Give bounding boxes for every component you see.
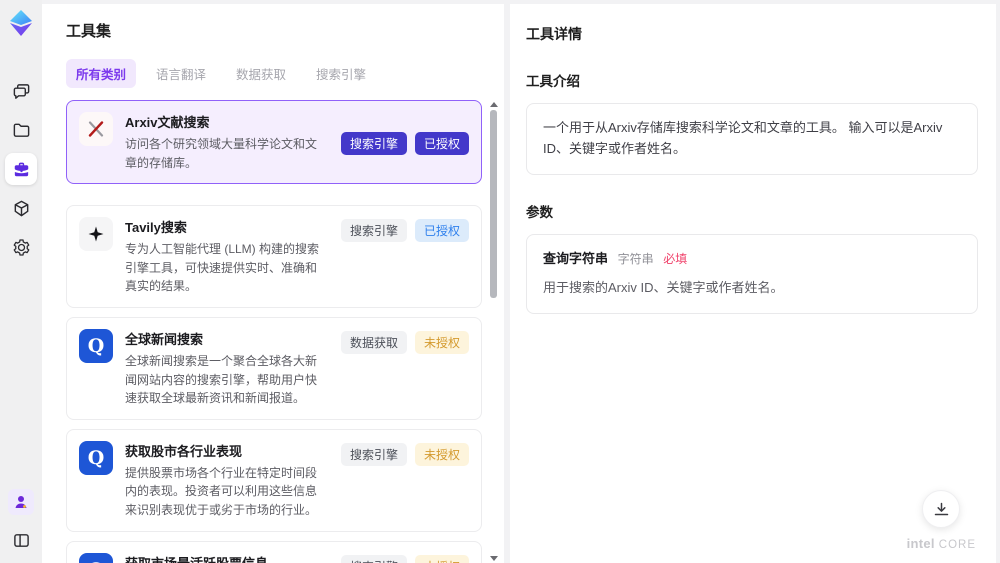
tool-badges: 数据获取 未授权: [340, 329, 469, 408]
tool-card[interactable]: Tavily搜索 专为人工智能代理 (LLM) 构建的搜索引擎工具，可快速提供实…: [66, 205, 482, 308]
params-section-title: 参数: [526, 204, 553, 220]
tool-description: 访问各个研究领域大量科学论文和文章的存储库。: [125, 137, 318, 170]
sidebar-item-settings[interactable]: [5, 231, 37, 263]
news-app-icon: Q: [87, 446, 105, 469]
settings-gear-icon: [13, 238, 29, 256]
user-avatar[interactable]: [8, 489, 34, 515]
sidebar-item-chat[interactable]: [5, 75, 37, 107]
tool-card[interactable]: Arxiv文献搜索 访问各个研究领域大量科学论文和文章的存储库。 搜索引擎 已授…: [66, 100, 482, 185]
tavily-star-icon: [88, 226, 104, 242]
category-badge: 搜索引擎: [340, 219, 407, 243]
tool-icon: [79, 112, 113, 146]
scrollbar-thumb[interactable]: [490, 110, 497, 298]
parameter-required-flag: 必填: [663, 251, 688, 266]
download-button[interactable]: [922, 490, 961, 528]
parameter-description: 用于搜索的Arxiv ID、关键字或作者姓名。: [543, 280, 784, 296]
parameter-type: 字符串: [617, 251, 654, 266]
category-tab[interactable]: 所有类别: [66, 59, 137, 88]
user-icon: [15, 496, 27, 508]
tool-title: 获取市场最活跃股票信息: [125, 553, 329, 563]
category-tab[interactable]: 语言翻译: [146, 59, 216, 88]
category-tab[interactable]: 搜索引擎: [306, 59, 376, 88]
floating-actions: intel CORE: [907, 490, 976, 551]
auth-status-badge: 已授权: [414, 131, 469, 155]
category-tabs: 所有类别 语言翻译 数据获取 搜索引擎: [66, 59, 500, 88]
category-badge: 搜索引擎: [340, 131, 407, 155]
tool-icon: Q: [79, 328, 113, 363]
brand-intel: intel: [906, 536, 935, 551]
chat-icon: [13, 83, 29, 99]
panel-layout-icon: [13, 533, 29, 547]
category-badge: 数据获取: [340, 330, 407, 354]
tool-description: 专为人工智能代理 (LLM) 构建的搜索引擎工具，可快速提供实时、准确和真实的结…: [125, 242, 320, 294]
scrollbar[interactable]: [488, 102, 498, 561]
tool-title: 全球新闻搜索: [125, 331, 204, 347]
category-badge: 搜索引擎: [340, 554, 407, 563]
app-window: 工具集 所有类别 语言翻译 数据获取 搜索引擎 Arxiv文献搜索 访问各个研究领域大…: [0, 0, 1000, 563]
tool-badges: 搜索引擎 未授权: [340, 441, 469, 520]
tool-badges: 搜索引擎 已授权: [340, 217, 469, 296]
parameter-box: 查询字符串 字符串 必填 用于搜索的Arxiv ID、关键字或作者姓名。: [526, 233, 978, 315]
intro-section-title: 工具介绍: [526, 74, 580, 89]
scroll-down-arrow[interactable]: [490, 556, 498, 561]
folder-icon: [13, 123, 29, 137]
tool-detail-panel: 工具详情 工具介绍 一个用于从Arxiv存储库搜索科学论文和文章的工具。 输入可…: [510, 4, 996, 563]
page-title: 工具集: [66, 23, 112, 40]
parameter-name: 查询字符串: [543, 250, 609, 266]
tool-description: 提供股票市场各个行业在特定时间段内的表现。投资者可以利用这些信息来识别表现优于或…: [125, 465, 318, 517]
tool-icon: Q: [79, 552, 113, 563]
arxiv-logo-icon: [88, 121, 104, 137]
tool-intro-box: 一个用于从Arxiv存储库搜索科学论文和文章的工具。 输入可以是Arxiv ID…: [526, 103, 978, 175]
auth-status-badge: 未授权: [414, 442, 469, 466]
tool-icon: [79, 217, 113, 252]
tool-icon: Q: [79, 440, 113, 475]
category-tab[interactable]: 数据获取: [226, 59, 296, 88]
sidebar-nav: [5, 68, 37, 270]
tool-title: Tavily搜索: [125, 220, 187, 236]
sidebar-item-models[interactable]: [5, 192, 37, 224]
collapse-sidebar-button[interactable]: [8, 527, 34, 553]
toolbox-icon: [14, 162, 28, 176]
scroll-up-arrow[interactable]: [490, 102, 498, 107]
auth-status-badge: 已授权: [414, 219, 469, 243]
tool-title: 获取股市各行业表现: [125, 443, 243, 459]
tool-badges: 搜索引擎 已授权: [340, 130, 469, 155]
toolset-panel: 工具集 所有类别 语言翻译 数据获取 搜索引擎 Arxiv文献搜索 访问各个研究领域大…: [42, 4, 504, 563]
auth-status-badge: 未授权: [414, 330, 469, 354]
auth-status-badge: 未授权: [414, 554, 469, 563]
tool-badges: 搜索引擎 未授权: [340, 553, 469, 563]
cube-icon: [14, 200, 28, 216]
tool-list: Arxiv文献搜索 访问各个研究领域大量科学论文和文章的存储库。 搜索引擎 已授…: [66, 100, 500, 563]
tool-card[interactable]: Q 全球新闻搜索 全球新闻搜索是一个聚合全球各大新闻网站内容的搜索引擎，帮助用户…: [66, 316, 482, 420]
detail-title: 工具详情: [526, 26, 582, 42]
brand-core: CORE: [938, 539, 976, 551]
tool-card[interactable]: Q 获取市场最活跃股票信息 提供当天交易量最高的股票列表，投资者可以利用这些信息…: [66, 540, 482, 563]
download-icon: [934, 502, 949, 515]
news-app-icon: Q: [88, 559, 105, 563]
intel-core-logo: intel CORE: [907, 536, 976, 551]
tool-description: 全球新闻搜索是一个聚合全球各大新闻网站内容的搜索引擎，帮助用户快速获取全球最新资…: [125, 353, 318, 406]
news-app-icon: Q: [87, 334, 105, 357]
sidebar-item-toolbox[interactable]: [5, 153, 37, 185]
tool-title: Arxiv文献搜索: [125, 115, 210, 130]
sidebar-item-files[interactable]: [5, 114, 37, 146]
tool-card[interactable]: Q 获取股市各行业表现 提供股票市场各个行业在特定时间段内的表现。投资者可以利用…: [66, 428, 482, 532]
sidebar: [0, 0, 42, 563]
category-badge: 搜索引擎: [340, 442, 407, 466]
app-logo-icon: [10, 10, 32, 36]
